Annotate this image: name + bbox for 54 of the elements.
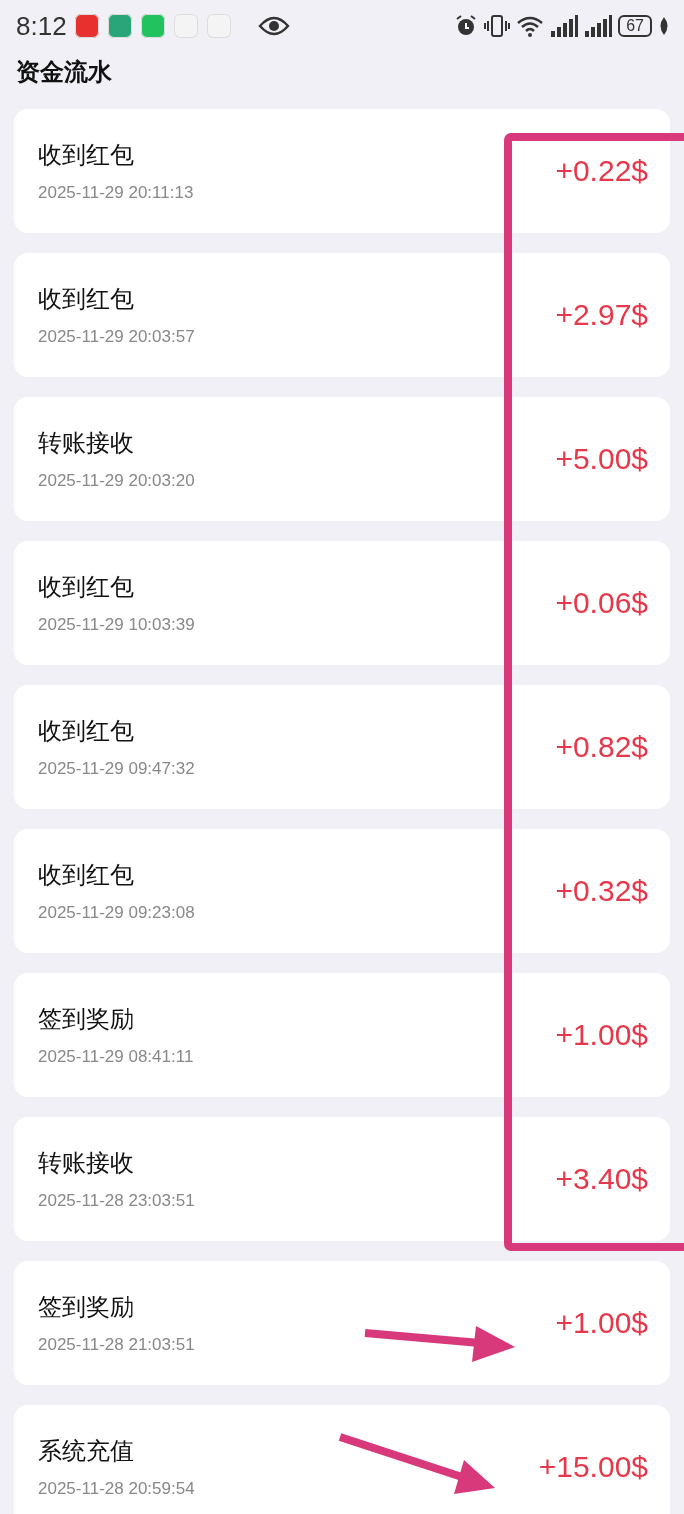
record-time: 2025-11-28 23:03:51 <box>38 1191 195 1211</box>
record-title: 收到红包 <box>38 716 135 747</box>
record-card[interactable]: 签到奖励 2025-11-29 08:41:11 +1.00$ <box>14 973 670 1097</box>
record-time: 2025-11-29 10:03:39 <box>38 615 195 635</box>
record-card[interactable]: 收到红包 2025-11-29 09:47:32 +0.82$ <box>14 685 670 809</box>
record-title: 转账接收 <box>38 428 135 459</box>
record-title: 收到红包 <box>38 860 135 891</box>
record-amount: +15.00$ <box>538 1450 648 1484</box>
record-title: 收到红包 <box>38 572 135 603</box>
app-icon <box>173 14 198 38</box>
wifi-icon <box>516 14 545 38</box>
record-title: 签到奖励 <box>38 1292 135 1323</box>
record-amount: +1.00$ <box>555 1018 648 1052</box>
record-time: 2025-11-29 20:03:57 <box>38 327 195 347</box>
page-title: 资金流水 <box>15 57 113 88</box>
record-card[interactable]: 收到红包 2025-11-29 20:03:57 +2.97$ <box>14 253 670 377</box>
record-card[interactable]: 系统充值 2025-11-28 20:59:54 +15.00$ <box>14 1405 670 1514</box>
record-card[interactable]: 转账接收 2025-11-29 20:03:20 +5.00$ <box>14 397 670 521</box>
record-amount: +0.32$ <box>555 874 648 908</box>
record-amount: +0.22$ <box>555 154 648 188</box>
app-icon <box>140 14 165 38</box>
record-title: 收到红包 <box>38 140 135 171</box>
record-amount: +1.00$ <box>555 1306 648 1340</box>
status-time: 8:12 <box>16 10 67 42</box>
record-card[interactable]: 签到奖励 2025-11-28 21:03:51 +1.00$ <box>14 1261 670 1385</box>
record-time: 2025-11-29 09:23:08 <box>38 903 195 923</box>
battery-indicator: 67 <box>618 15 652 37</box>
record-card[interactable]: 收到红包 2025-11-29 09:23:08 +0.32$ <box>14 829 670 953</box>
app-icon <box>206 14 231 38</box>
leaf-icon <box>658 16 670 36</box>
record-amount: +0.06$ <box>555 586 648 620</box>
record-time: 2025-11-29 20:03:20 <box>38 471 195 491</box>
app-icon <box>107 14 132 38</box>
record-amount: +3.40$ <box>555 1162 648 1196</box>
record-amount: +2.97$ <box>555 298 648 332</box>
record-title: 收到红包 <box>38 284 135 315</box>
app-icon <box>74 14 99 38</box>
record-time: 2025-11-28 20:59:54 <box>38 1479 195 1499</box>
record-title: 转账接收 <box>38 1148 135 1179</box>
signal-icon <box>584 15 613 37</box>
record-time: 2025-11-29 09:47:32 <box>38 759 195 779</box>
record-card[interactable]: 收到红包 2025-11-29 20:11:13 +0.22$ <box>14 109 670 233</box>
record-title: 签到奖励 <box>38 1004 135 1035</box>
record-time: 2025-11-29 20:11:13 <box>38 183 194 203</box>
record-card[interactable]: 收到红包 2025-11-29 10:03:39 +0.06$ <box>14 541 670 665</box>
eye-icon <box>257 16 290 36</box>
record-card[interactable]: 转账接收 2025-11-28 23:03:51 +3.40$ <box>14 1117 670 1241</box>
record-time: 2025-11-29 08:41:11 <box>38 1047 194 1067</box>
record-amount: +0.82$ <box>555 730 648 764</box>
record-title: 系统充值 <box>38 1436 135 1467</box>
vibrate-icon <box>484 14 511 38</box>
signal-icon <box>550 15 579 37</box>
record-amount: +5.00$ <box>555 442 648 476</box>
record-time: 2025-11-28 21:03:51 <box>38 1335 195 1355</box>
